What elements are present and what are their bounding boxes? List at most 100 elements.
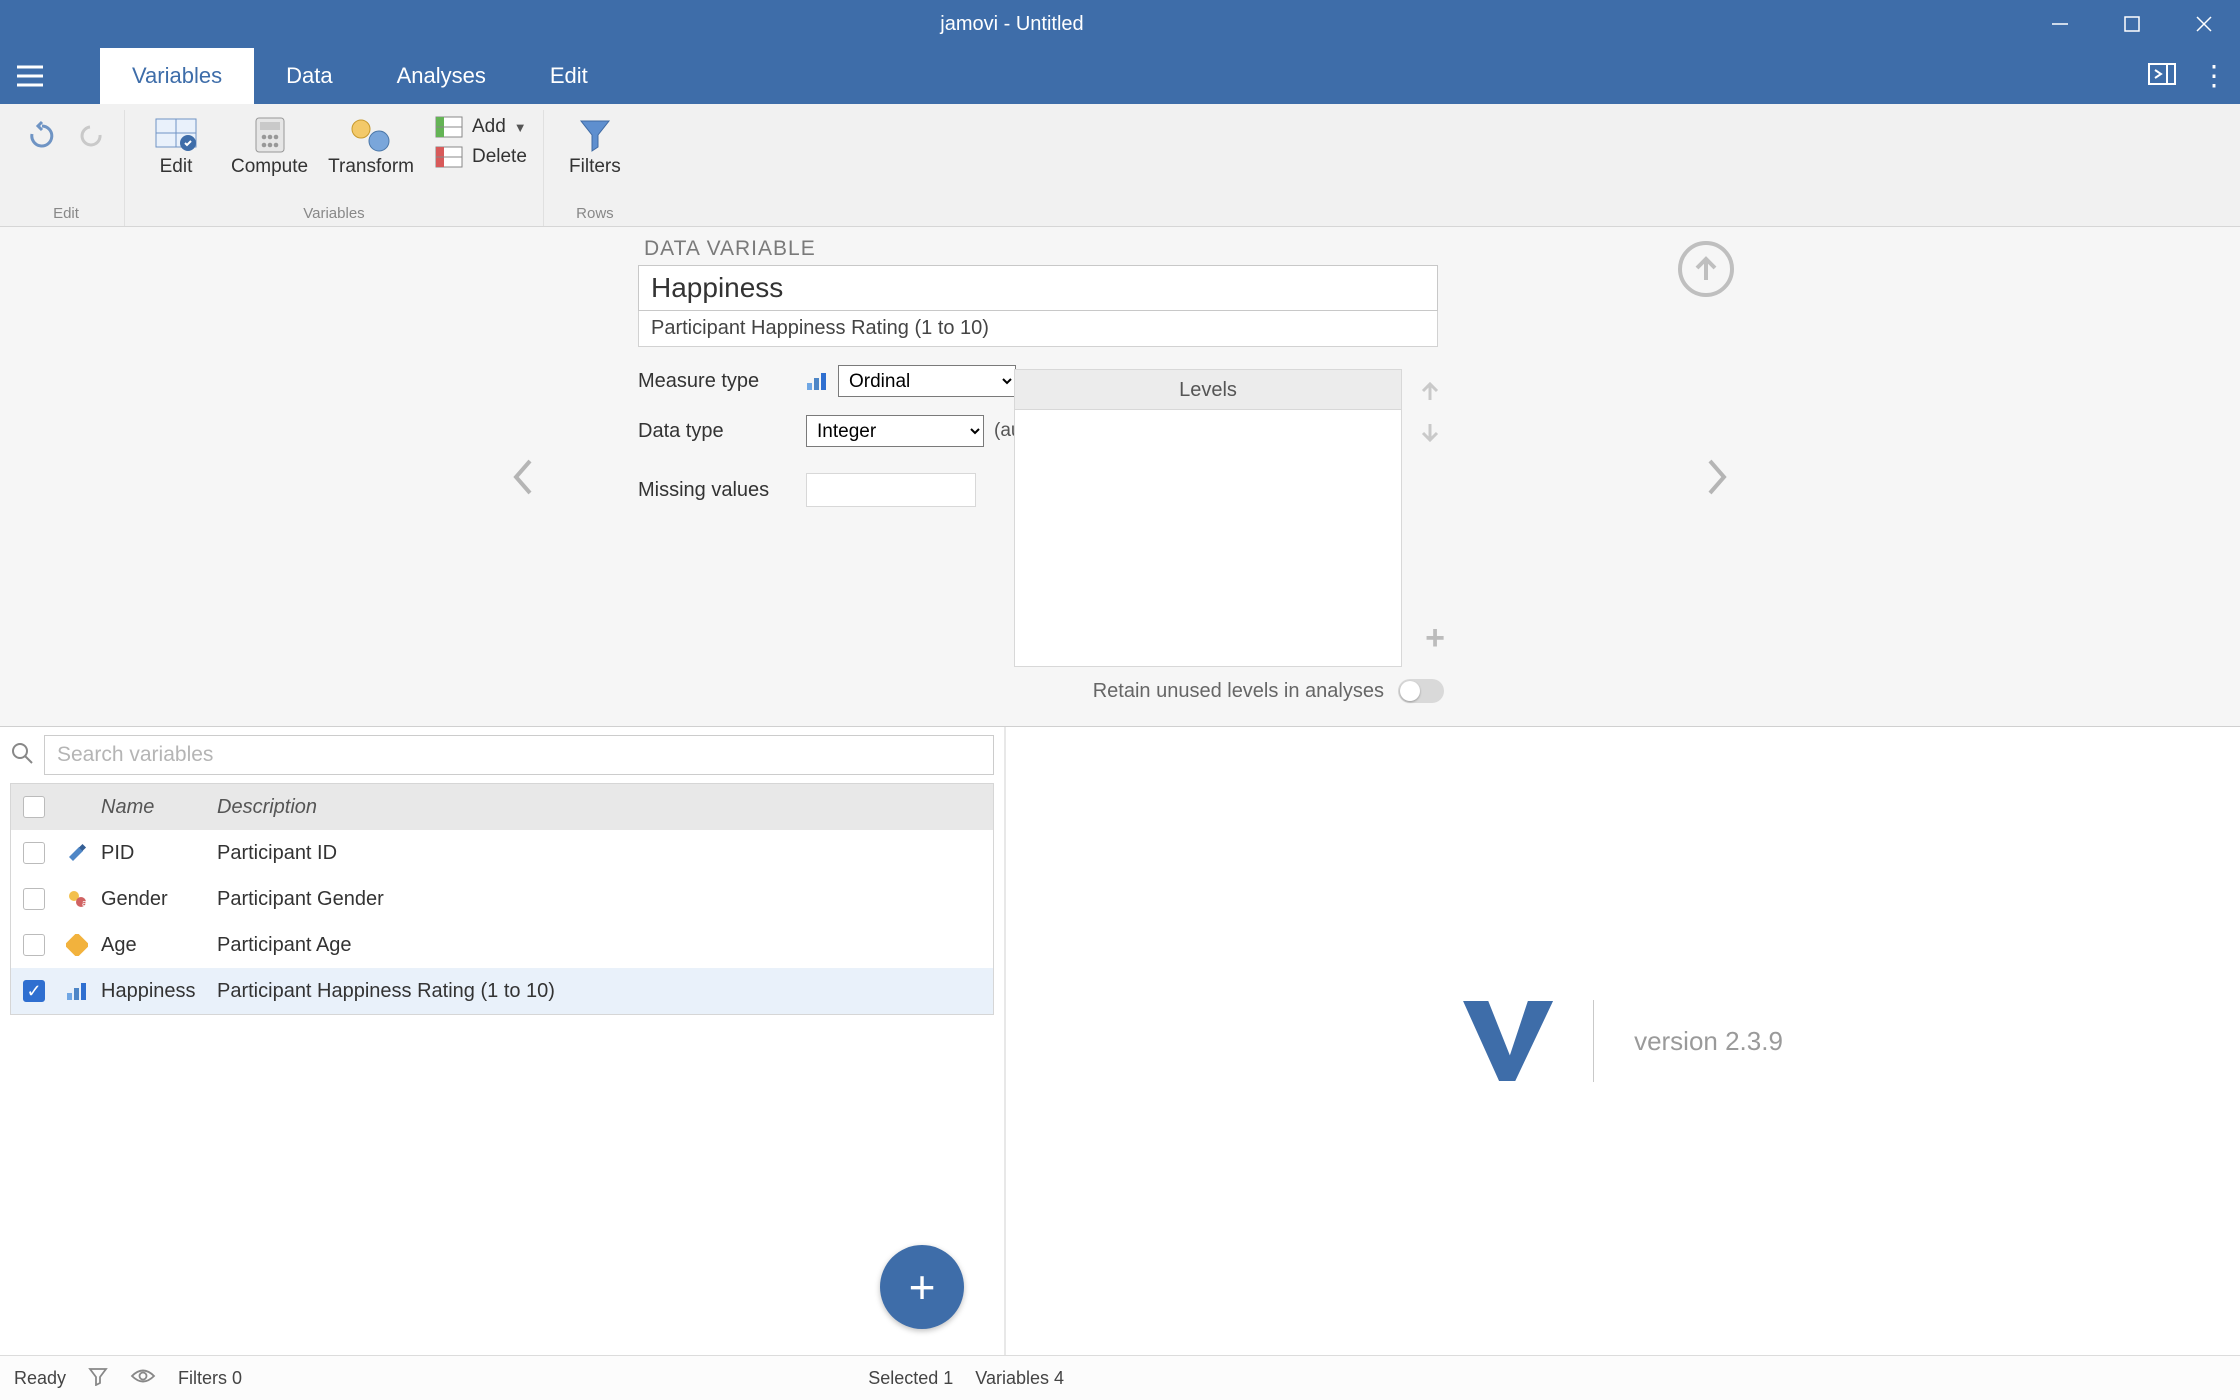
missing-values-input[interactable] — [806, 473, 976, 507]
data-type-select[interactable]: Integer — [806, 415, 984, 447]
data-type-label: Data type — [638, 420, 796, 443]
search-icon — [10, 741, 34, 770]
row-name: PID — [97, 842, 217, 865]
tab-label: Analyses — [397, 63, 486, 89]
lower-split: Name Description PIDParticipant ID a Gende… — [0, 727, 2240, 1355]
chevron-down-icon: ▼ — [514, 120, 527, 135]
status-bar: Ready Filters 0 Selected 1 Variables 4 — [0, 1355, 2240, 1400]
btn-label: Compute — [231, 156, 308, 178]
row-description: Participant ID — [217, 842, 993, 865]
col-name: Name — [97, 796, 217, 819]
prev-variable-button[interactable] — [500, 454, 546, 500]
table-row[interactable]: HappinessParticipant Happiness Rating (1… — [11, 968, 993, 1014]
transform-icon — [349, 114, 393, 156]
btn-label: Add — [472, 116, 506, 138]
editor-caption: DATA VARIABLE — [644, 237, 1438, 261]
svg-text:a: a — [82, 898, 87, 908]
nominal-icon: a — [66, 888, 88, 910]
table-row[interactable]: a GenderParticipant Gender — [11, 876, 993, 922]
minimize-button[interactable] — [2024, 0, 2096, 48]
next-variable-button[interactable] — [1694, 454, 1740, 500]
row-description: Participant Gender — [217, 888, 993, 911]
maximize-button[interactable] — [2096, 0, 2168, 48]
menu-bar: Variables Data Analyses Edit ⋮ — [0, 48, 2240, 104]
ribbon-group-edit: Edit — [8, 110, 125, 226]
table-row[interactable]: PIDParticipant ID — [11, 830, 993, 876]
levels-box: Levels + — [1014, 369, 1402, 667]
close-button[interactable] — [2168, 0, 2240, 48]
ribbon-group-rows: Filters Rows — [544, 110, 646, 226]
undo-button[interactable] — [14, 110, 68, 160]
variable-name-input[interactable] — [638, 265, 1438, 311]
table-row[interactable]: AgeParticipant Age — [11, 922, 993, 968]
title-bar: jamovi - Untitled — [0, 0, 2240, 48]
add-variable-button[interactable]: Add ▼ — [424, 112, 537, 142]
row-checkbox[interactable] — [23, 888, 45, 910]
variables-pane: Name Description PIDParticipant ID a Gende… — [0, 727, 1006, 1355]
add-variable-fab[interactable]: + — [880, 1245, 964, 1329]
table-header: Name Description — [11, 784, 993, 830]
btn-label: Edit — [160, 156, 193, 178]
divider — [1593, 1000, 1594, 1082]
row-checkbox[interactable] — [23, 934, 45, 956]
group-caption: Rows — [576, 205, 614, 226]
tab-label: Data — [286, 63, 332, 89]
ribbon: Edit Edit Compute Transform — [0, 104, 2240, 227]
select-all-checkbox[interactable] — [23, 796, 45, 818]
variable-description-input[interactable] — [638, 311, 1438, 347]
table-add-icon — [434, 116, 464, 138]
ordinal-icon — [806, 370, 828, 392]
row-name: Gender — [97, 888, 217, 911]
measure-type-select[interactable]: Ordinal — [838, 365, 1016, 397]
ribbon-group-variables: Edit Compute Transform Add — [125, 110, 544, 226]
filter-status-icon[interactable] — [88, 1366, 108, 1391]
row-name: Age — [97, 934, 217, 957]
group-caption: Edit — [53, 205, 79, 226]
row-name: Happiness — [97, 980, 217, 1003]
status-filters: Filters 0 — [178, 1368, 242, 1389]
variable-editor: DATA VARIABLE Measure type Ordinal Data … — [0, 227, 2240, 727]
tab-label: Edit — [550, 63, 588, 89]
row-checkbox[interactable] — [23, 980, 45, 1002]
continuous-icon — [66, 934, 88, 956]
window-controls — [2024, 0, 2240, 48]
compute-button[interactable]: Compute — [221, 110, 318, 182]
delete-variable-button[interactable]: Delete — [424, 142, 537, 172]
id-icon — [66, 842, 88, 864]
level-move-down-button[interactable] — [1415, 418, 1445, 448]
btn-label: Transform — [328, 156, 414, 178]
row-description: Participant Happiness Rating (1 to 10) — [217, 980, 993, 1003]
kebab-menu[interactable]: ⋮ — [2200, 70, 2228, 81]
collapse-editor-button[interactable] — [1678, 241, 1734, 297]
grid-edit-icon — [154, 114, 198, 156]
btn-label: Filters — [569, 156, 621, 178]
row-description: Participant Age — [217, 934, 993, 957]
level-move-up-button[interactable] — [1415, 376, 1445, 406]
search-input[interactable] — [44, 735, 994, 775]
tab-variables[interactable]: Variables — [100, 48, 254, 104]
tab-edit[interactable]: Edit — [518, 48, 620, 104]
version-label: version 2.3.9 — [1634, 1026, 1783, 1057]
funnel-icon — [577, 114, 613, 156]
status-ready: Ready — [14, 1368, 66, 1389]
table-delete-icon — [434, 146, 464, 168]
measure-type-label: Measure type — [638, 370, 796, 393]
tab-analyses[interactable]: Analyses — [365, 48, 518, 104]
tab-data[interactable]: Data — [254, 48, 364, 104]
level-add-button[interactable]: + — [1425, 619, 1445, 658]
filters-button[interactable]: Filters — [550, 110, 640, 182]
visibility-icon[interactable] — [130, 1367, 156, 1390]
jamovi-logo — [1463, 1001, 1553, 1081]
redo-button[interactable] — [68, 110, 118, 160]
hamburger-menu[interactable] — [0, 48, 60, 104]
variables-table: Name Description PIDParticipant ID a Gende… — [10, 783, 994, 1015]
transform-button[interactable]: Transform — [318, 110, 424, 182]
edit-variable-button[interactable]: Edit — [131, 110, 221, 182]
side-panel-toggle[interactable] — [2148, 63, 2176, 90]
tab-label: Variables — [132, 63, 222, 89]
retain-levels-toggle[interactable] — [1398, 679, 1444, 703]
missing-values-label: Missing values — [638, 479, 796, 502]
results-pane: version 2.3.9 — [1006, 727, 2240, 1355]
row-checkbox[interactable] — [23, 842, 45, 864]
retain-levels-label: Retain unused levels in analyses — [1093, 680, 1384, 703]
